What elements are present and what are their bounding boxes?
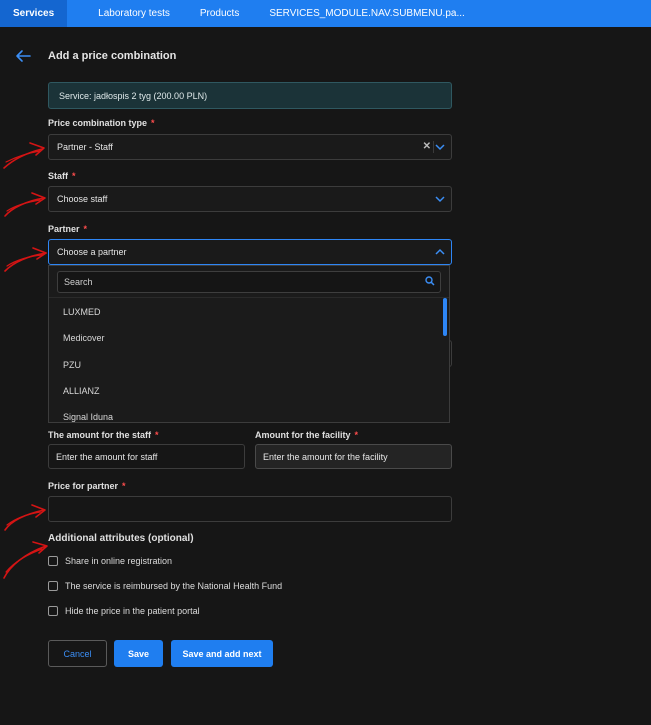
chevron-up-icon[interactable] (435, 248, 445, 256)
partner-dropdown: LUXMED Medicover PZU ALLIANZ Signal Idun… (48, 265, 450, 423)
chevron-down-icon[interactable] (435, 195, 445, 203)
checkbox-icon[interactable] (48, 556, 58, 566)
select-separator (433, 141, 434, 153)
checkbox-icon[interactable] (48, 606, 58, 616)
partner-search-input[interactable] (57, 271, 441, 293)
partner-value: Choose a partner (57, 247, 127, 257)
required-marker: * (354, 430, 359, 440)
cancel-button[interactable]: Cancel (48, 640, 107, 667)
required-marker: * (155, 430, 159, 440)
checkbox-online-registration[interactable]: Share in online registration (48, 556, 172, 566)
partner-label: Partner * (48, 224, 87, 234)
price-partner-label: Price for partner * (48, 481, 126, 491)
price-type-select[interactable]: Partner - Staff ✕ (48, 134, 452, 160)
amount-facility-label: Amount for the facility * (255, 430, 358, 440)
partner-option[interactable]: Signal Iduna (63, 412, 113, 422)
top-navigation: Services Laboratory tests Products SERVI… (0, 0, 651, 27)
partner-label-text: Partner (48, 224, 80, 234)
tab-services[interactable]: Services (0, 0, 68, 27)
price-type-label: Price combination type * (48, 118, 155, 128)
staff-label-text: Staff (48, 171, 68, 181)
checkbox-label: The service is reimbursed by the Nationa… (65, 581, 283, 591)
checkbox-icon[interactable] (48, 581, 58, 591)
checkbox-label: Share in online registration (65, 556, 173, 566)
partner-option[interactable]: Medicover (63, 333, 105, 343)
checkbox-label: Hide the price in the patient portal (65, 606, 200, 616)
price-partner-label-text: Price for partner (48, 481, 119, 491)
checkbox-nfz-reimbursed[interactable]: The service is reimbursed by the Nationa… (48, 581, 282, 591)
save-and-add-next-button[interactable]: Save and add next (171, 640, 273, 667)
amount-staff-label-text: The amount for the staff (48, 430, 151, 440)
dropdown-scrollbar[interactable] (443, 298, 447, 336)
partner-option[interactable]: PZU (63, 360, 81, 370)
dropdown-divider (49, 297, 449, 298)
required-marker: * (83, 224, 88, 234)
amount-staff-placeholder: Enter the amount for staff (56, 451, 158, 462)
tab-laboratory-tests[interactable]: Laboratory tests (67, 0, 186, 27)
checkbox-hide-price[interactable]: Hide the price in the patient portal (48, 606, 200, 616)
service-info-box: Service: jadłospis 2 tyg (200.00 PLN) (48, 82, 452, 109)
amount-staff-label: The amount for the staff * (48, 430, 159, 440)
amount-facility-placeholder: Enter the amount for the facility (263, 451, 388, 462)
required-marker: * (151, 118, 155, 128)
clear-icon[interactable]: ✕ (423, 141, 431, 152)
page-title: Add a price combination (48, 50, 177, 62)
staff-label: Staff * (48, 171, 76, 181)
search-icon (425, 276, 435, 286)
partner-select[interactable]: Choose a partner (48, 239, 452, 265)
price-type-value: Partner - Staff (57, 142, 113, 152)
save-button[interactable]: Save (114, 640, 163, 667)
tab-products[interactable]: Products (186, 0, 255, 27)
amount-facility-label-text: Amount for the facility (255, 430, 351, 440)
back-arrow-icon[interactable] (14, 49, 32, 63)
price-partner-input[interactable] (48, 496, 452, 522)
amount-staff-input[interactable]: Enter the amount for staff (48, 444, 245, 469)
partner-option[interactable]: ALLIANZ (63, 386, 100, 396)
amount-facility-input[interactable]: Enter the amount for the facility (255, 444, 452, 469)
tab-services-submenu[interactable]: SERVICES_MODULE.NAV.SUBMENU.pa... (255, 0, 478, 27)
chevron-down-icon[interactable] (435, 143, 445, 151)
required-marker: * (72, 171, 76, 181)
staff-value: Choose staff (57, 194, 108, 204)
additional-attributes-title: Additional attributes (optional) (48, 533, 194, 544)
staff-select[interactable]: Choose staff (48, 186, 452, 212)
required-marker: * (122, 481, 126, 491)
price-type-label-text: Price combination type (48, 118, 148, 128)
partner-option[interactable]: LUXMED (63, 307, 101, 317)
